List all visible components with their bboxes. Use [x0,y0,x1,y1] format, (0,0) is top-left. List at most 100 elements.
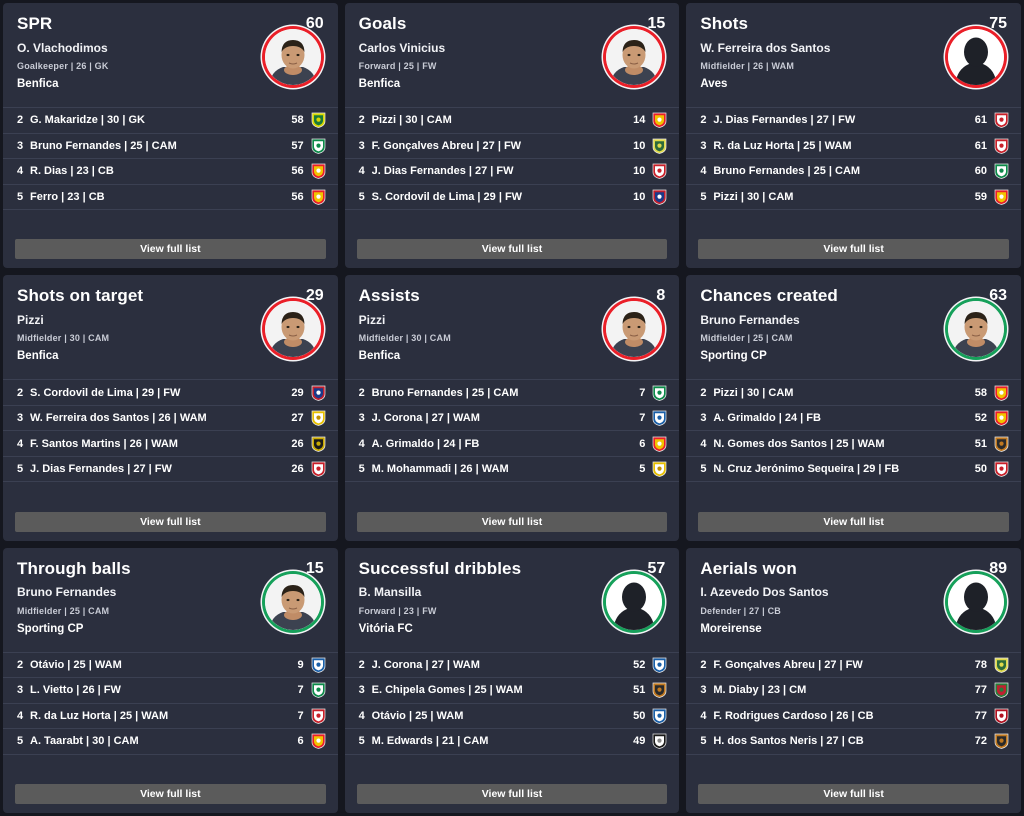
card-footer: View full list [3,777,338,813]
table-row[interactable]: 3 Bruno Fernandes | 25 | CAM 57 [3,134,338,159]
row-stat-value: 56 [291,190,304,203]
table-row[interactable]: 2 Otávio | 25 | WAM 9 [3,653,338,679]
row-rank: 2 [17,658,24,671]
row-stat-value: 51 [633,684,646,697]
row-rank: 3 [358,139,365,152]
ranking-list: 2 S. Cordovil de Lima | 29 | FW 29 3 W. Ferr… [3,379,338,504]
crest-braga-icon [994,112,1009,129]
stat-card: Successful dribbles 57 B. Mansilla Forward … [344,547,680,813]
view-full-list-button[interactable]: View full list [356,784,668,804]
table-row[interactable]: 2 J. Corona | 27 | WAM 52 [344,653,680,679]
table-row[interactable]: 3 L. Vietto | 26 | FW 7 [3,678,338,704]
table-row[interactable]: 4 Bruno Fernandes | 25 | CAM 60 [686,159,1021,185]
table-row[interactable]: 5 M. Mohammadi | 26 | WAM 5 [344,457,680,483]
row-player-label: N. Cruz Jerónimo Sequeira | 29 | FB [713,463,900,476]
row-rank: 4 [358,709,365,722]
row-rank: 4 [17,709,24,722]
table-row[interactable]: 4 J. Dias Fernandes | 27 | FW 10 [344,159,680,185]
crest-benfica-icon [311,163,326,180]
crest-porto-icon [311,657,326,673]
card-header: Shots on target 29 Pizzi Midfielder | 30 | … [3,275,338,379]
card-footer: View full list [345,232,680,268]
ranking-list: 2 G. Makaridze | 30 | GK 58 3 Bruno Fernande… [3,107,338,232]
stat-leader-value: 29 [305,287,324,305]
row-player-label: Bruno Fernandes | 25 | CAM [713,165,861,178]
row-stat-value: 29 [291,386,304,399]
table-row[interactable]: 5 S. Cordovil de Lima | 29 | FW 10 [344,185,680,210]
ranking-list: 2 Bruno Fernandes | 25 | CAM 7 3 J. Corona |… [344,379,680,504]
table-row[interactable]: 5 Pizzi | 30 | CAM 59 [686,185,1021,210]
crest-vitoria-icon [652,733,667,750]
row-rank: 4 [358,165,365,178]
player-photo-avatar [264,573,321,630]
table-row[interactable]: 5 H. dos Santos Neris | 27 | CB 72 [686,729,1021,755]
view-full-list-button[interactable]: View full list [15,511,326,532]
table-row[interactable]: 3 A. Grimaldo | 24 | FB 52 [686,406,1021,432]
view-full-list-button[interactable]: View full list [698,784,1009,804]
table-row[interactable]: 3 E. Chipela Gomes | 25 | WAM 51 [344,678,680,704]
table-row[interactable]: 5 A. Taarabt | 30 | CAM 6 [3,729,338,755]
row-rank: 5 [358,463,365,476]
card-header: Shots 75 W. Ferreira dos Santos Midfielder … [686,3,1021,107]
table-row[interactable]: 4 N. Gomes dos Santos | 25 | WAM 51 [686,431,1021,457]
row-rank: 5 [17,463,24,476]
view-full-list-button[interactable]: View full list [356,239,668,260]
table-row[interactable]: 2 F. Gonçalves Abreu | 27 | FW 78 [686,653,1021,679]
table-row[interactable]: 5 N. Cruz Jerónimo Sequeira | 29 | FB 50 [686,457,1021,483]
view-full-list-button[interactable]: View full list [356,511,668,532]
ranking-list: 2 J. Corona | 27 | WAM 52 3 E. Chipela Gomes… [344,651,680,777]
row-rank: 5 [700,735,707,748]
view-full-list-button[interactable]: View full list [698,239,1009,260]
table-row[interactable]: 5 M. Edwards | 21 | CAM 49 [344,729,680,755]
crest-aves-icon [652,461,667,477]
card-footer: View full list [345,777,680,813]
table-row[interactable]: 3 F. Gonçalves Abreu | 27 | FW 10 [344,134,680,159]
stat-leader-value: 89 [989,559,1007,577]
row-player-label: M. Edwards | 21 | CAM [371,735,489,748]
row-player-label: F. Santos Martins | 26 | WAM [30,437,178,450]
table-row[interactable]: 3 R. da Luz Horta | 25 | WAM 61 [686,134,1021,159]
crest-benfica-icon [311,189,326,205]
view-full-list-button[interactable]: View full list [15,239,326,260]
table-row[interactable]: 4 F. Rodrigues Cardoso | 26 | CB 77 [686,704,1021,730]
table-row[interactable]: 2 J. Dias Fernandes | 27 | FW 61 [686,108,1021,134]
table-row[interactable]: 5 Ferro | 23 | CB 56 [3,185,338,210]
ranking-list: 2 Pizzi | 30 | CAM 14 3 F. Gonçalves Abreu |… [344,107,680,232]
card-header: Chances created 63 Bruno Fernandes Midfield… [686,275,1021,379]
row-player-label: S. Cordovil de Lima | 29 | FW [30,386,181,399]
card-footer: View full list [686,232,1021,268]
card-header: Aerials won 89 I. Azevedo Dos Santos Defend… [686,548,1021,652]
table-row[interactable]: 2 S. Cordovil de Lima | 29 | FW 29 [3,380,338,406]
player-photo-avatar [947,301,1004,358]
table-row[interactable]: 3 W. Ferreira dos Santos | 26 | WAM 27 [3,406,338,432]
table-row[interactable]: 2 G. Makaridze | 30 | GK 58 [3,108,338,134]
row-rank: 2 [358,386,365,399]
row-player-label: Pizzi | 30 | CAM [713,190,794,203]
crest-gilvicente-icon [652,189,667,205]
table-row[interactable]: 2 Bruno Fernandes | 25 | CAM 7 [344,380,680,406]
view-full-list-button[interactable]: View full list [698,511,1009,532]
table-row[interactable]: 2 Pizzi | 30 | CAM 58 [686,380,1021,406]
row-rank: 2 [700,386,707,399]
table-row[interactable]: 3 J. Corona | 27 | WAM 7 [344,406,680,432]
row-stat-value: 51 [974,437,987,450]
row-stat-value: 61 [974,139,987,152]
row-stat-value: 50 [974,463,987,476]
table-row[interactable]: 5 J. Dias Fernandes | 27 | FW 26 [3,457,338,483]
view-full-list-button[interactable]: View full list [15,784,326,804]
player-silhouette-avatar [606,573,663,630]
table-row[interactable]: 4 R. da Luz Horta | 25 | WAM 7 [3,704,338,730]
table-row[interactable]: 4 Otávio | 25 | WAM 50 [344,704,680,730]
row-stat-value: 77 [974,684,987,697]
card-header: Goals 15 Carlos Vinicius Forward | 25 | FW B… [345,3,680,107]
row-stat-value: 9 [297,658,304,671]
row-stat-value: 27 [291,412,304,425]
row-stat-value: 77 [974,709,987,722]
row-stat-value: 10 [633,139,646,152]
row-player-label: F. Gonçalves Abreu | 27 | FW [371,139,522,152]
table-row[interactable]: 4 R. Dias | 23 | CB 56 [3,159,338,185]
table-row[interactable]: 4 F. Santos Martins | 26 | WAM 26 [3,431,338,457]
table-row[interactable]: 4 A. Grimaldo | 24 | FB 6 [344,431,680,457]
table-row[interactable]: 2 Pizzi | 30 | CAM 14 [344,108,680,134]
table-row[interactable]: 3 M. Diaby | 23 | CM 77 [686,678,1021,704]
